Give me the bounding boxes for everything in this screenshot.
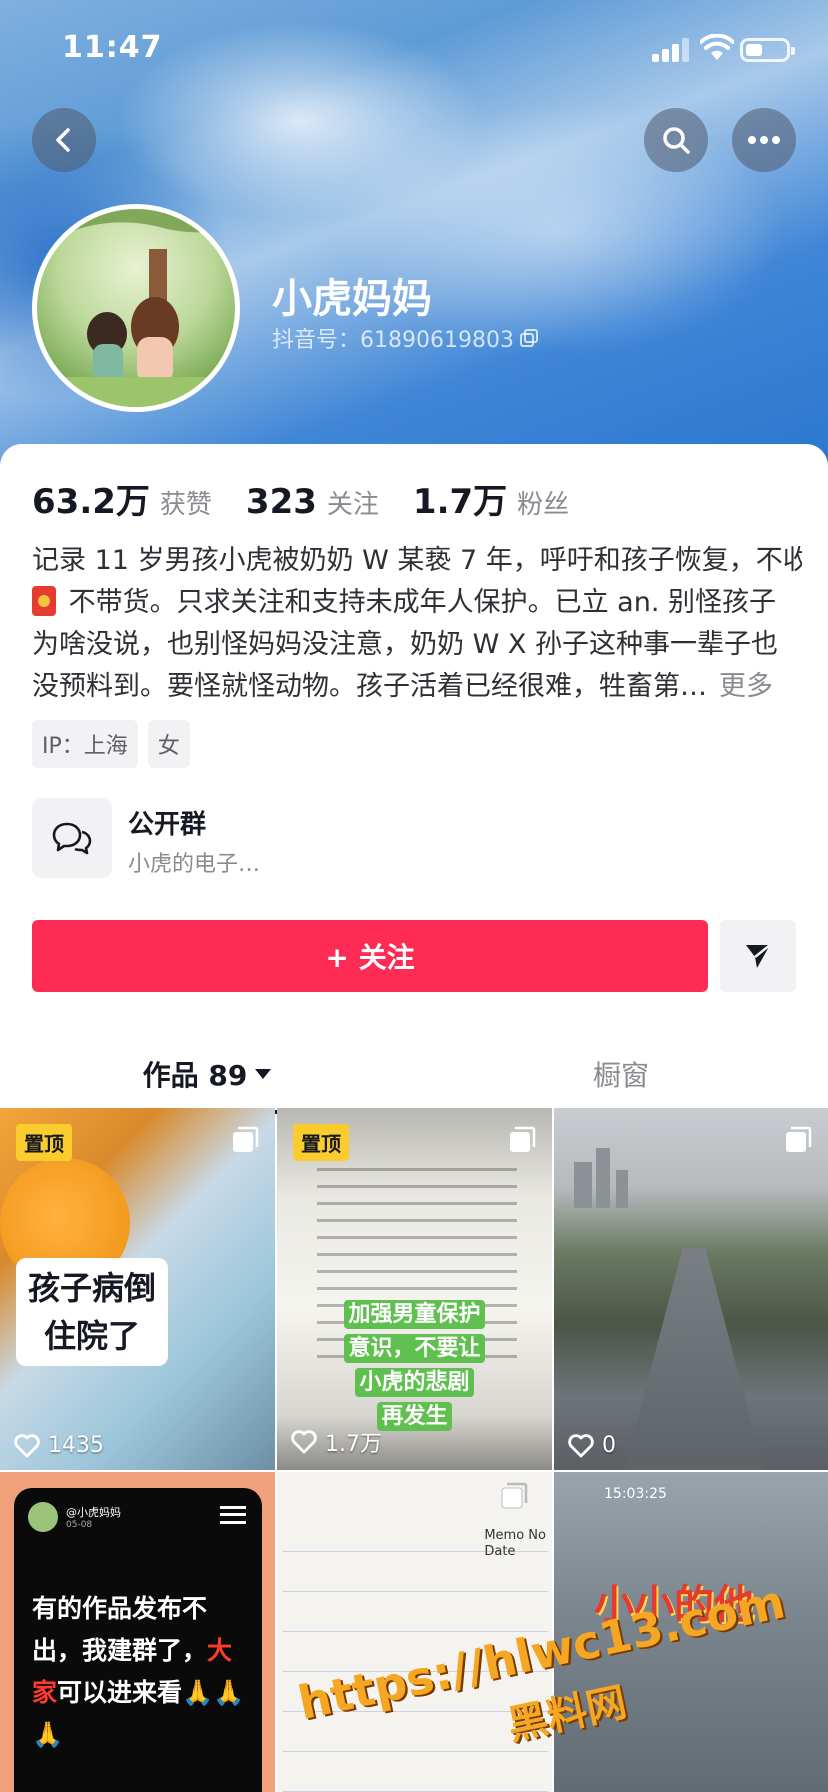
cover-caption-line: 再发生 <box>377 1402 452 1431</box>
post-text-part: 有的作品发布不出，我建群了， <box>32 1594 208 1665</box>
public-group-entry[interactable]: 公开群 小虎的电子… <box>32 798 796 878</box>
douyin-id-text: 抖音号：61890619803 <box>272 328 514 353</box>
follow-button[interactable]: + 关注 <box>32 920 708 992</box>
wifi-icon <box>700 34 734 60</box>
bio-line: 记录 11 岁男孩小虎被奶奶 W 某亵 7 年，呼吁和孩子恢复，不收 <box>32 545 802 576</box>
multi-image-icon <box>233 1126 259 1152</box>
cover-caption-line: 小虎的悲剧 <box>355 1368 474 1397</box>
stat-label: 关注 <box>326 490 379 520</box>
back-button[interactable] <box>32 108 96 172</box>
stat-label: 粉丝 <box>517 490 570 520</box>
stat-following[interactable]: 323 关注 <box>246 482 379 522</box>
like-count-value: 0 <box>602 1433 616 1458</box>
stat-followers[interactable]: 1.7万 粉丝 <box>413 474 569 523</box>
multi-image-icon <box>510 1126 536 1152</box>
bio-line: 没预料到。要怪就怪动物。孩子活着已经很难，牲畜第… 更多 <box>32 666 802 708</box>
memo-label: Memo No Date <box>484 1528 546 1560</box>
copy-icon[interactable] <box>519 329 538 347</box>
post-text-part: 可以进来看🙏🙏🙏 <box>32 1678 245 1749</box>
heart-icon <box>291 1430 317 1454</box>
avatar[interactable] <box>32 204 240 412</box>
stats-row: 63.2万 获赞 323 关注 1.7万 粉丝 <box>32 474 603 523</box>
video-tile[interactable]: 置顶 孩子病倒 住院了 1435 <box>0 1108 275 1470</box>
cover-caption: 加强男童保护 意识，不要让 小虎的悲剧 再发生 <box>332 1298 497 1434</box>
douyin-id[interactable]: 抖音号：61890619803 <box>272 322 538 354</box>
tab-showcase-label: 橱窗 <box>592 1059 649 1092</box>
tab-works[interactable]: 作品 89 <box>0 1034 414 1114</box>
post-text: 有的作品发布不出，我建群了，大家可以进来看🙏🙏🙏 <box>32 1588 252 1756</box>
bio-line: 不带货。只求关注和支持未成年人保护。已立 an. 别怪孩子 <box>32 582 802 624</box>
more-dots-icon <box>748 136 780 144</box>
like-count-value: 1435 <box>48 1433 104 1458</box>
ip-location-tag: IP：上海 <box>32 720 138 768</box>
like-count-value: 1.7万 <box>325 1432 382 1457</box>
post-header: @小虎妈妈 05-08 <box>28 1502 121 1532</box>
like-count: 1435 <box>14 1433 104 1458</box>
profile-nickname: 小虎妈妈 <box>272 276 432 322</box>
status-time: 11:47 <box>62 30 163 65</box>
heart-icon <box>14 1433 40 1457</box>
cover-caption-line: 加强男童保护 <box>344 1300 485 1329</box>
video-timestamp: 15:03:25 <box>604 1486 667 1502</box>
bio-more-link[interactable]: 更多 <box>719 671 773 702</box>
cover-caption: 孩子病倒 住院了 <box>16 1258 168 1366</box>
stat-value: 63.2万 <box>32 482 150 522</box>
cover-caption-line: 意识，不要让 <box>344 1334 485 1363</box>
city-towers <box>564 1148 664 1208</box>
cover-caption-line: 住院了 <box>43 1317 140 1355</box>
stat-label: 获赞 <box>159 490 212 520</box>
group-subtitle: 小虎的电子… <box>128 852 261 877</box>
bio-line: 为啥没说，也别怪妈妈没注意，奶奶 W X 孙子这种事一辈子也 <box>32 629 778 660</box>
post-handle: @小虎妈妈 <box>66 1506 121 1519</box>
bio-line-text: 不带货。只求关注和支持未成年人保护。已立 an. 别怪孩子 <box>60 587 776 618</box>
highway-road <box>624 1248 764 1470</box>
red-packet-icon <box>32 586 56 616</box>
tab-showcase[interactable]: 橱窗 <box>414 1034 828 1114</box>
video-tile[interactable]: @小虎妈妈 05-08 有的作品发布不出，我建群了，大家可以进来看🙏🙏🙏 <box>0 1472 275 1792</box>
status-bar: 11:47 <box>0 0 828 100</box>
stat-value: 1.7万 <box>412 482 508 522</box>
signal-icon <box>652 38 692 62</box>
caret-down-icon <box>255 1069 272 1079</box>
gender-tag: 女 <box>147 720 190 768</box>
heart-icon <box>568 1433 594 1457</box>
multi-image-icon <box>501 1482 528 1509</box>
pinned-badge: 置顶 <box>16 1124 72 1161</box>
group-title: 公开群 <box>128 810 207 840</box>
memo-date: Date <box>484 1544 516 1559</box>
group-chat-icon <box>32 798 112 878</box>
phone-post-card: @小虎妈妈 05-08 有的作品发布不出，我建群了，大家可以进来看🙏🙏🙏 <box>14 1488 262 1792</box>
avatar <box>28 1502 58 1532</box>
avatar-illustration <box>37 209 235 407</box>
stat-value: 323 <box>245 482 317 522</box>
profile-tags: IP：上海 女 <box>32 720 190 768</box>
cover-caption-line: 孩子病倒 <box>27 1269 156 1307</box>
stat-likes[interactable]: 63.2万 获赞 <box>32 474 212 523</box>
tab-works-label: 作品 89 <box>142 1059 248 1092</box>
share-button[interactable] <box>720 920 796 992</box>
more-button[interactable] <box>732 108 796 172</box>
like-count: 1.7万 <box>291 1426 382 1458</box>
profile-tabs: 作品 89 橱窗 <box>0 1034 828 1114</box>
menu-icon <box>220 1506 246 1524</box>
send-icon <box>746 944 771 968</box>
like-count: 0 <box>568 1433 616 1458</box>
pinned-badge: 置顶 <box>293 1124 349 1161</box>
follow-button-label: + 关注 <box>325 941 415 974</box>
post-date: 05-08 <box>66 1520 93 1530</box>
video-tile[interactable]: 0 <box>554 1108 828 1470</box>
memo-no: Memo No <box>484 1528 546 1543</box>
chevron-left-icon <box>56 128 70 152</box>
video-tile[interactable]: 置顶 加强男童保护 意识，不要让 小虎的悲剧 再发生 1.7万 <box>277 1108 552 1470</box>
multi-image-icon <box>786 1126 812 1152</box>
bio-line-text: 没预料到。要怪就怪动物。孩子活着已经很难，牲畜第… <box>32 671 707 702</box>
profile-bio[interactable]: 记录 11 岁男孩小虎被奶奶 W 某亵 7 年，呼吁和孩子恢复，不收 不带货。只… <box>32 540 802 708</box>
search-icon <box>663 127 690 154</box>
search-button[interactable] <box>644 108 708 172</box>
battery-icon <box>740 38 795 62</box>
